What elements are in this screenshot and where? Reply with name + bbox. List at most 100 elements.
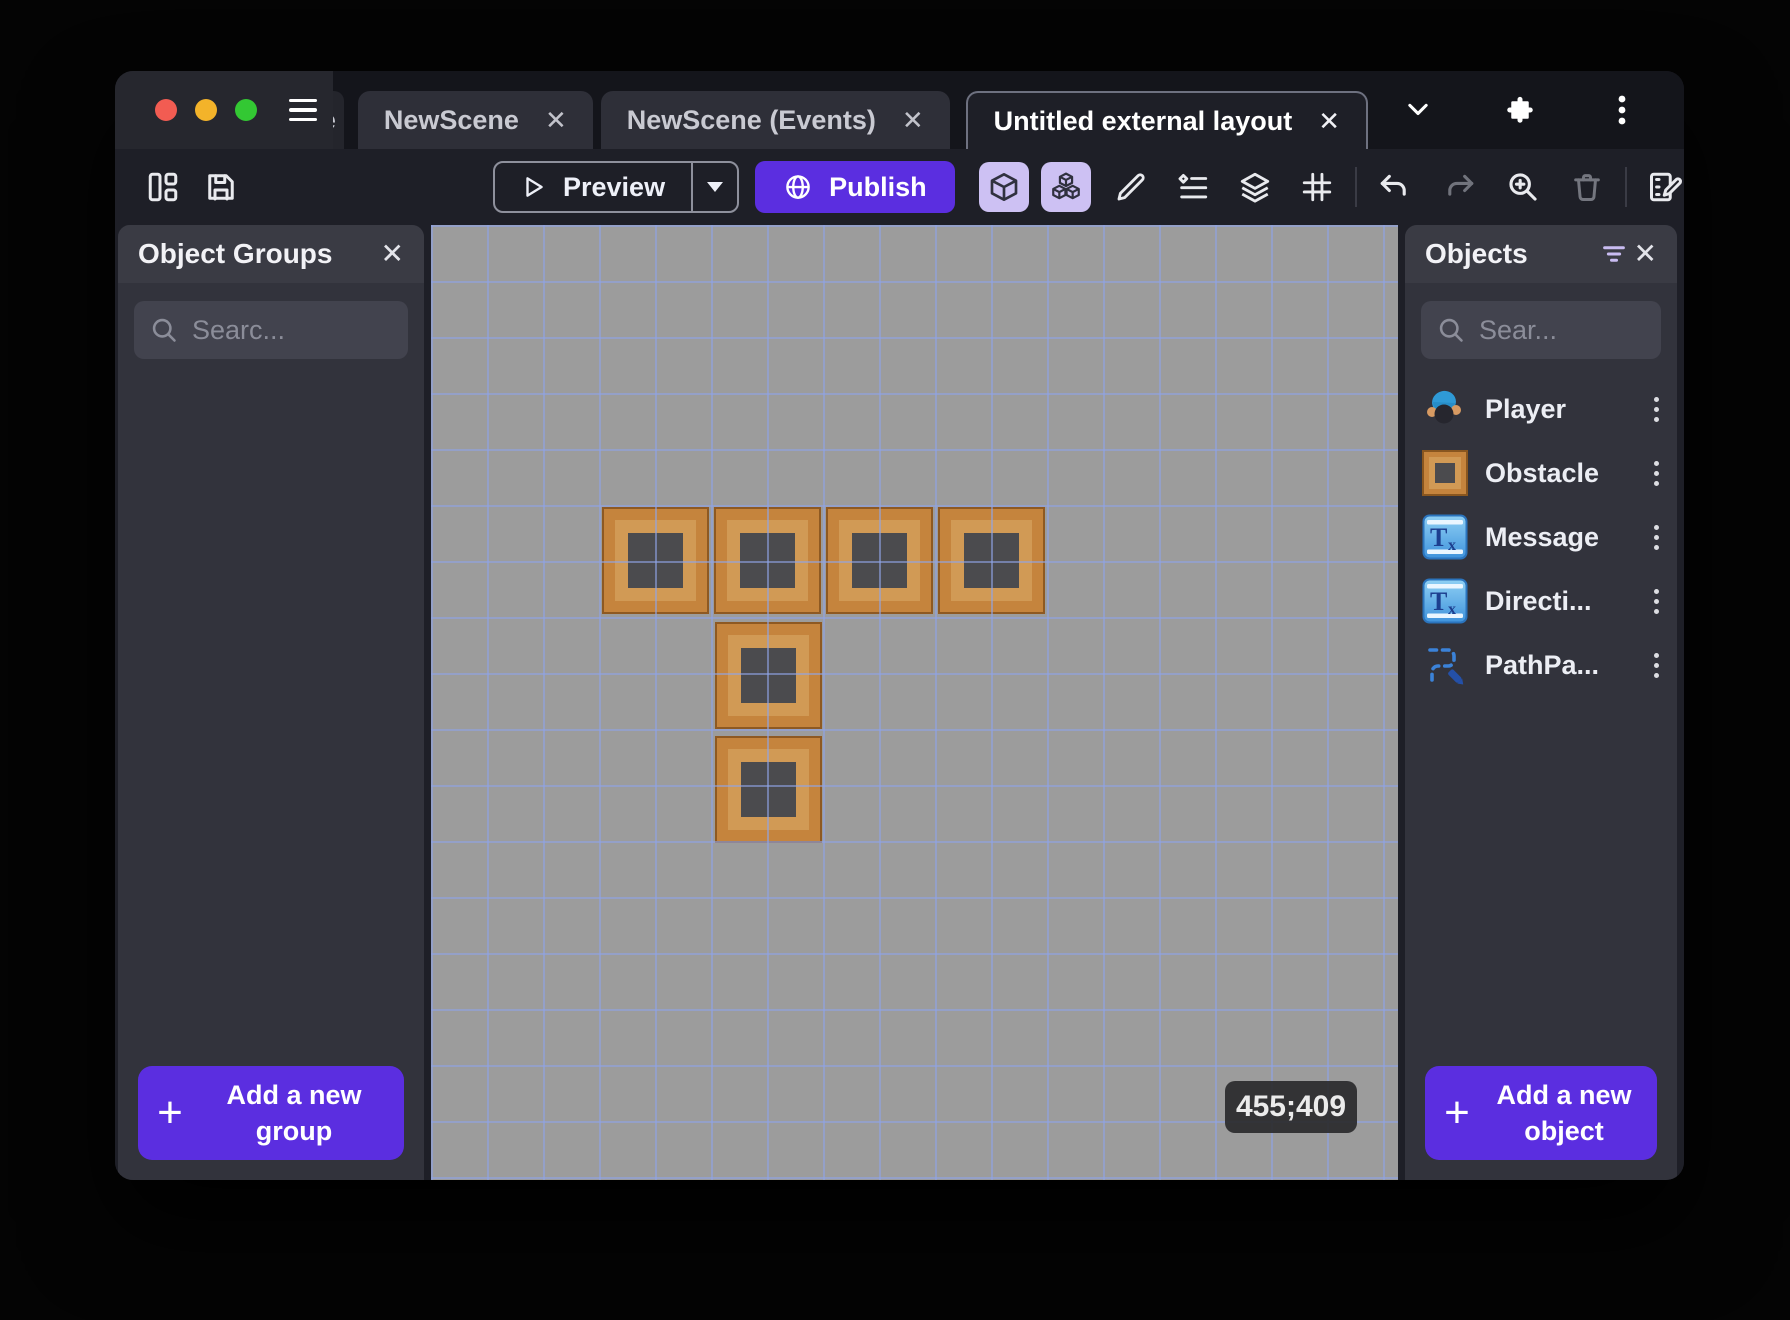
tab-close-icon[interactable]: ✕ <box>1318 108 1340 134</box>
text-object-icon: T x <box>1421 513 1469 561</box>
obstacle-instance[interactable] <box>938 507 1045 614</box>
window-controls <box>115 71 333 149</box>
object-item-message[interactable]: T x Message <box>1405 505 1677 569</box>
close-icon[interactable]: ✕ <box>381 240 404 268</box>
object-label: Obstacle <box>1485 457 1600 488</box>
obstacle-instance[interactable] <box>715 622 822 729</box>
obstacle-instance[interactable] <box>715 736 822 843</box>
app-window: e NewScene ✕ NewScene (Events) ✕ Untitle… <box>115 71 1684 1180</box>
fullscreen-window-button[interactable] <box>235 99 257 121</box>
caret-down-icon <box>707 182 724 192</box>
search-icon <box>1439 318 1463 342</box>
objects-title: Objects <box>1425 238 1528 269</box>
preview-label: Preview <box>563 171 666 202</box>
plus-icon: + <box>1444 1088 1470 1137</box>
save-icon[interactable] <box>199 165 243 209</box>
objects-list: Player Obstacle T x Message T x Directi.… <box>1405 377 1677 697</box>
object-item-directions[interactable]: T x Directi... <box>1405 569 1677 633</box>
object-menu-kebab-icon[interactable] <box>1650 583 1663 620</box>
minimize-window-button[interactable] <box>195 99 217 121</box>
add-object-label: Add a new object <box>1496 1079 1632 1146</box>
objects-search[interactable] <box>1421 301 1661 359</box>
object-label: PathPa... <box>1485 649 1600 680</box>
grid-icon[interactable] <box>1295 165 1339 209</box>
titlebar: e NewScene ✕ NewScene (Events) ✕ Untitle… <box>115 71 1684 149</box>
obstacle-instance[interactable] <box>714 507 821 614</box>
svg-text:T: T <box>1430 523 1447 552</box>
search-input[interactable] <box>1479 314 1645 346</box>
tab-strip: e NewScene ✕ NewScene (Events) ✕ Untitle… <box>333 71 1368 149</box>
object-groups-title: Object Groups <box>138 238 333 269</box>
objects-header: Objects ✕ <box>1405 225 1677 283</box>
add-group-label: Add a new group <box>226 1079 362 1146</box>
svg-text:x: x <box>1448 601 1456 618</box>
svg-text:x: x <box>1448 537 1456 554</box>
tab-label: NewScene (Events) <box>626 104 876 135</box>
edit-scene-properties-icon[interactable] <box>1643 165 1684 209</box>
open-project-manager-icon[interactable] <box>141 165 185 209</box>
objects-panel: Objects ✕ Sear... Player Obstacle T x Me… <box>1405 225 1677 1180</box>
tab-truncated[interactable]: e <box>333 91 344 149</box>
player-sprite-icon <box>1421 385 1469 433</box>
obstacle-tile-icon <box>1421 449 1469 497</box>
object-label: Player <box>1485 393 1567 424</box>
object-menu-kebab-icon[interactable] <box>1650 391 1663 428</box>
scene-canvas[interactable]: 455;409 <box>431 225 1398 1180</box>
cube-icon <box>990 173 1017 201</box>
globe-icon <box>786 175 810 199</box>
undo-icon[interactable] <box>1373 165 1417 209</box>
delete-trash-icon[interactable] <box>1565 165 1609 209</box>
canvas-tiles <box>431 225 1398 1180</box>
object-item-pathpainter[interactable]: PathPa... <box>1405 633 1677 697</box>
object-item-player[interactable]: Player <box>1405 377 1677 441</box>
preview-options-caret[interactable] <box>691 163 737 211</box>
tab-close-icon[interactable]: ✕ <box>902 107 924 133</box>
preview-split-button[interactable]: Preview <box>493 161 740 213</box>
object-label: Message <box>1485 521 1600 552</box>
edit-scene-pencil-icon[interactable] <box>1109 165 1153 209</box>
object-groups-search[interactable] <box>134 301 408 359</box>
add-object-button[interactable]: + Add a new object <box>1425 1066 1657 1160</box>
object-groups-header: Object Groups ✕ <box>118 225 424 283</box>
edit-objects-mode-button[interactable] <box>978 162 1029 212</box>
preview-button[interactable]: Preview <box>495 163 691 211</box>
text-object-icon: T x <box>1421 577 1469 625</box>
cubes-icon <box>1051 172 1080 200</box>
edit-instances-mode-button[interactable] <box>1040 162 1091 212</box>
tab-close-icon[interactable]: ✕ <box>545 107 567 133</box>
objects-empty-area <box>1405 697 1677 1048</box>
search-input[interactable] <box>192 314 392 346</box>
instances-list-icon[interactable] <box>1171 165 1215 209</box>
object-groups-empty-area <box>118 369 424 1048</box>
obstacle-instance[interactable] <box>602 507 709 614</box>
play-icon <box>526 177 543 197</box>
object-menu-kebab-icon[interactable] <box>1650 519 1663 556</box>
main-area: Object Groups ✕ + Add a new group 455;40… <box>115 225 1684 1180</box>
main-menu-button[interactable] <box>289 98 317 122</box>
object-menu-kebab-icon[interactable] <box>1650 455 1663 492</box>
tab-newscene[interactable]: NewScene ✕ <box>357 91 593 149</box>
object-item-obstacle[interactable]: Obstacle <box>1405 441 1677 505</box>
add-group-button[interactable]: + Add a new group <box>138 1066 404 1160</box>
extensions-puzzle-icon[interactable] <box>1498 88 1542 132</box>
close-window-button[interactable] <box>155 99 177 121</box>
redo-icon[interactable] <box>1437 165 1481 209</box>
layers-icon[interactable] <box>1233 165 1277 209</box>
filter-icon[interactable] <box>1594 234 1634 274</box>
titlebar-actions <box>1368 71 1684 149</box>
close-icon[interactable]: ✕ <box>1634 240 1657 268</box>
object-groups-panel: Object Groups ✕ + Add a new group <box>118 225 424 1180</box>
publish-button[interactable]: Publish <box>755 161 955 213</box>
toolbar: Preview Publish <box>115 149 1684 225</box>
chevron-down-icon[interactable] <box>1396 88 1440 132</box>
more-options-icon[interactable] <box>1600 88 1644 132</box>
object-menu-kebab-icon[interactable] <box>1650 647 1663 684</box>
tab-label: NewScene <box>383 104 519 135</box>
zoom-in-icon[interactable] <box>1501 165 1545 209</box>
svg-text:T: T <box>1430 587 1447 616</box>
object-label: Directi... <box>1485 585 1592 616</box>
plus-icon: + <box>157 1088 183 1137</box>
tab-untitled-external-layout[interactable]: Untitled external layout ✕ <box>965 91 1368 149</box>
obstacle-instance[interactable] <box>826 507 933 614</box>
tab-newscene-events[interactable]: NewScene (Events) ✕ <box>600 91 950 149</box>
